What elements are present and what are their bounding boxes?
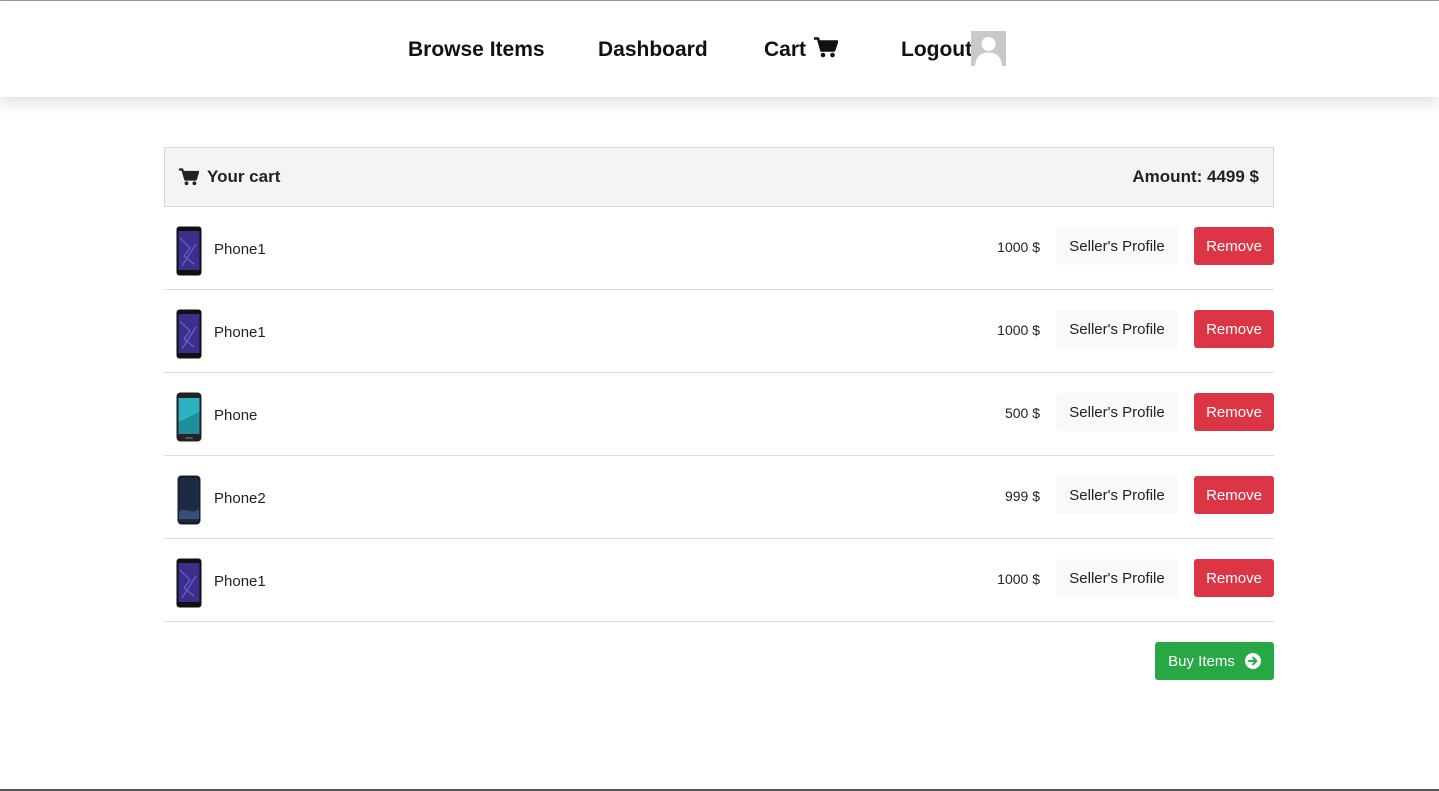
seller-profile-button[interactable]: Seller's Profile: [1056, 393, 1178, 431]
item-name: Phone: [214, 407, 258, 424]
item-name: Phone1: [214, 324, 266, 341]
phone-thumbnail-icon: [176, 558, 202, 608]
cart-item-row: Phone2 999 $ Seller's Profile Remove: [164, 456, 1274, 539]
user-avatar-icon[interactable]: [971, 31, 1006, 66]
seller-profile-button[interactable]: Seller's Profile: [1056, 559, 1178, 597]
seller-profile-button[interactable]: Seller's Profile: [1056, 227, 1178, 265]
remove-button[interactable]: Remove: [1194, 476, 1274, 514]
nav-cart[interactable]: Cart: [764, 32, 839, 68]
nav-dashboard[interactable]: Dashboard: [598, 32, 708, 68]
cart-title: Your cart: [179, 167, 280, 187]
cart-item-row: Phone1 1000 $ Seller's Profile Remove: [164, 207, 1274, 290]
phone-thumbnail-icon: [176, 309, 202, 359]
seller-profile-button[interactable]: Seller's Profile: [1056, 310, 1178, 348]
cart-title-label: Your cart: [207, 167, 281, 186]
cart-header: Your cart Amount: 4499 $: [164, 147, 1274, 207]
item-price: 1000 $: [997, 571, 1040, 587]
shopping-cart-icon: [814, 36, 839, 64]
cart-item-row: Phone1 1000 $ Seller's Profile Remove: [164, 539, 1274, 622]
buy-items-label: Buy Items: [1168, 652, 1235, 670]
shopping-cart-icon: [179, 168, 199, 186]
cart-amount: Amount: 4499 $: [1132, 167, 1259, 186]
arrow-circle-right-icon: [1244, 653, 1261, 669]
item-price: 500 $: [1004, 405, 1040, 421]
item-price: 1000 $: [997, 239, 1040, 255]
seller-profile-button[interactable]: Seller's Profile: [1056, 476, 1178, 514]
item-name: Phone2: [214, 490, 266, 507]
nav-dashboard-label: Dashboard: [598, 38, 708, 61]
cart-item-list: Phone1 1000 $ Seller's Profile Remove Ph…: [164, 207, 1274, 622]
buy-items-button[interactable]: Buy Items: [1155, 642, 1274, 680]
remove-button[interactable]: Remove: [1194, 310, 1274, 348]
cart-item-row: Phone 500 $ Seller's Profile Remove: [164, 373, 1274, 456]
remove-button[interactable]: Remove: [1194, 559, 1274, 597]
item-name: Phone1: [214, 241, 266, 258]
remove-button[interactable]: Remove: [1194, 393, 1274, 431]
nav-browse-items[interactable]: Browse Items: [408, 32, 545, 68]
nav-logout[interactable]: Logout: [901, 32, 972, 68]
phone-thumbnail-icon: [176, 392, 202, 442]
item-price: 999 $: [1004, 488, 1040, 504]
top-navbar: Browse Items Dashboard Cart Logout: [0, 1, 1439, 97]
item-name: Phone1: [214, 573, 266, 590]
item-price: 1000 $: [997, 322, 1040, 338]
remove-button[interactable]: Remove: [1194, 227, 1274, 265]
phone-thumbnail-icon: [176, 475, 202, 525]
nav-browse-label: Browse Items: [408, 38, 545, 61]
phone-thumbnail-icon: [176, 226, 202, 276]
nav-cart-label: Cart: [764, 38, 807, 61]
nav-logout-label: Logout: [901, 38, 973, 61]
cart-item-row: Phone1 1000 $ Seller's Profile Remove: [164, 290, 1274, 373]
